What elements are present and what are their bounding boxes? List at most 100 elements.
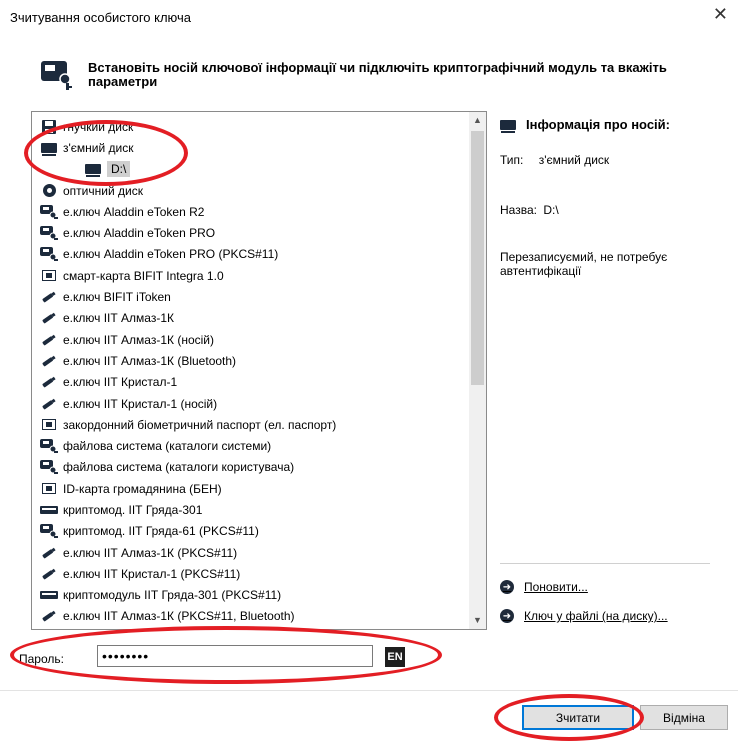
device-list-item[interactable]: ID-карта громадянина (БЕН) <box>32 478 468 499</box>
window-title: Зчитування особистого ключа <box>10 10 192 25</box>
device-list-item[interactable]: е.ключ Aladdin eToken R2 <box>32 201 468 222</box>
device-list-item-label: е.ключ ІІТ Кристал-1 (носій) <box>63 396 218 411</box>
footer-divider <box>0 690 738 691</box>
token-key-icon <box>40 226 58 241</box>
scroll-down-icon[interactable]: ▼ <box>469 612 486 629</box>
hard-drive-icon <box>84 162 102 178</box>
list-scrollbar[interactable]: ▲ ▼ <box>469 112 486 629</box>
floppy-disk-icon <box>40 119 58 134</box>
usb-key-icon <box>40 333 58 347</box>
instruction-text: Встановіть носій ключової інформації чи … <box>88 60 667 89</box>
info-name: Назва: D:\ <box>500 203 559 217</box>
device-list-item-label: е.ключ ІІТ Кристал-1 (PKCS#11) <box>63 566 241 581</box>
device-list-item-label: з'ємний диск <box>63 140 134 155</box>
cancel-button[interactable]: Відміна <box>640 705 728 730</box>
device-list-item[interactable]: файлова система (каталоги користувача) <box>32 457 468 478</box>
device-list-item[interactable]: е.ключ ІІТ Алмаз-1К (носій) <box>32 329 468 350</box>
device-list-item-label: криптомод. ІІТ Гряда-61 (PKCS#11) <box>63 524 259 539</box>
keyboard-language-indicator[interactable]: EN <box>385 647 405 667</box>
device-list-item-label: файлова система (каталоги системи) <box>63 439 272 454</box>
device-list-item[interactable]: е.ключ ІІТ Алмаз-1К (PKCS#11) <box>32 542 468 563</box>
device-list-item-label: D:\ <box>107 161 131 178</box>
device-list-item-label: закордонний біометричний паспорт (ел. па… <box>63 417 337 432</box>
device-list-item[interactable]: е.ключ ІІТ Алмаз-1К (Bluetooth) <box>32 350 468 371</box>
device-list-item[interactable]: оптичний диск <box>32 180 468 201</box>
device-list-item[interactable]: гнучкий диск <box>32 116 468 137</box>
device-list-item[interactable]: файлова система (каталоги системи) <box>32 435 468 456</box>
info-type: Тип: з'ємний диск <box>500 153 609 167</box>
device-list-item[interactable]: е.ключ ІІТ Кристал-1 (носій) <box>32 393 468 414</box>
info-description: Перезаписуємий, не потребує автентифікац… <box>500 250 668 278</box>
device-list-item-label: е.ключ Aladdin eToken R2 <box>63 204 205 219</box>
read-button[interactable]: Зчитати <box>522 705 634 730</box>
key-media-icon <box>41 61 72 90</box>
info-divider <box>500 563 710 564</box>
device-list-item[interactable]: криптомодуль ІІТ Гряда-301 (PKCS#11) <box>32 585 468 606</box>
refresh-link-label: Поновити... <box>524 580 588 594</box>
device-list-item[interactable]: е.ключ Aladdin eToken PRO <box>32 222 468 243</box>
device-list-item-label: оптичний диск <box>63 183 143 198</box>
close-icon[interactable]: ✕ <box>713 4 728 25</box>
device-list-item-label: е.ключ ІІТ Алмаз-1К (Bluetooth) <box>63 353 237 368</box>
info-panel-title: Інформація про носій: <box>500 117 670 133</box>
usb-key-icon <box>40 290 58 304</box>
refresh-link[interactable]: ➜ Поновити... <box>500 580 588 594</box>
info-title-label: Інформація про носій: <box>526 117 670 132</box>
device-list-item-label: криптомодуль ІІТ Гряда-301 (PKCS#11) <box>63 588 282 603</box>
device-list-item-label: гнучкий диск <box>63 119 134 134</box>
scroll-thumb[interactable] <box>471 131 484 385</box>
info-name-value: D:\ <box>543 203 559 217</box>
usb-key-icon <box>40 567 58 581</box>
device-list-item[interactable]: е.ключ Aladdin eToken PRO (PKCS#11) <box>32 244 468 265</box>
arrow-right-icon: ➜ <box>500 580 514 594</box>
info-type-label: Тип: <box>500 153 524 167</box>
file-key-link[interactable]: ➜ Ключ у файлі (на диску)... <box>500 609 668 623</box>
token-key-icon <box>40 204 58 219</box>
file-key-link-label: Ключ у файлі (на диску)... <box>524 609 668 623</box>
device-list-item[interactable]: е.ключ ІІТ Кристал-1 <box>32 372 468 393</box>
token-key-icon <box>40 460 58 475</box>
device-list-item-label: ID-карта громадянина (БЕН) <box>63 481 222 496</box>
device-list-item[interactable]: е.ключ ІІТ Алмаз-1К (PKCS#11, Bluetooth) <box>32 606 468 627</box>
device-list-item[interactable]: з'ємний диск <box>32 137 468 158</box>
usb-key-icon <box>40 375 58 389</box>
device-list-item-label: е.ключ Aladdin eToken PRO (PKCS#11) <box>63 247 279 262</box>
device-list-item[interactable]: D:\ <box>32 159 468 180</box>
device-list-item-label: е.ключ ІІТ Алмаз-1К (носій) <box>63 332 215 347</box>
crypto-module-icon <box>40 588 58 602</box>
usb-key-icon <box>40 546 58 560</box>
usb-key-icon <box>40 354 58 368</box>
device-list-item-label: е.ключ ІІТ Алмаз-1К <box>63 311 175 326</box>
info-type-value: з'ємний диск <box>538 153 610 167</box>
device-list-item-label: е.ключ Aladdin eToken PRO <box>63 226 216 241</box>
password-input[interactable]: •••••••• <box>97 645 373 667</box>
device-list-item[interactable]: криптомод. ІІТ Гряда-61 (PKCS#11) <box>32 521 468 542</box>
usb-key-icon <box>40 609 58 623</box>
arrow-right-icon: ➜ <box>500 609 514 623</box>
device-list-item[interactable]: е.ключ ІІТ Кристал-1 (PKCS#11) <box>32 563 468 584</box>
hard-drive-icon <box>500 119 516 133</box>
device-list-items: гнучкий диск з'ємний диск D:\ оптичний диск… <box>32 116 468 627</box>
device-list[interactable]: гнучкий диск з'ємний диск D:\ оптичний диск… <box>31 111 487 630</box>
optical-disc-icon <box>40 184 58 198</box>
password-label: Пароль: <box>19 652 64 666</box>
device-list-item[interactable]: закордонний біометричний паспорт (ел. па… <box>32 414 468 435</box>
smart-card-icon <box>40 418 58 432</box>
smart-card-icon <box>40 269 58 283</box>
token-key-icon <box>40 247 58 262</box>
device-list-item-label: смарт-карта BIFIT Integra 1.0 <box>63 268 224 283</box>
usb-key-icon <box>40 311 58 325</box>
device-list-item[interactable]: е.ключ BIFIT iToken <box>32 286 468 307</box>
device-list-item[interactable]: смарт-карта BIFIT Integra 1.0 <box>32 265 468 286</box>
usb-key-icon <box>40 397 58 411</box>
device-list-item-label: е.ключ ІІТ Кристал-1 <box>63 375 178 390</box>
hard-drive-icon <box>40 141 58 156</box>
device-list-item[interactable]: криптомод. ІІТ Гряда-301 <box>32 499 468 520</box>
smart-card-icon <box>40 482 58 496</box>
crypto-module-icon <box>40 503 58 517</box>
device-list-item-label: файлова система (каталоги користувача) <box>63 460 295 475</box>
scroll-up-icon[interactable]: ▲ <box>469 112 486 129</box>
device-list-item[interactable]: е.ключ ІІТ Алмаз-1К <box>32 308 468 329</box>
device-list-item-label: е.ключ ІІТ Алмаз-1К (PKCS#11, Bluetooth) <box>63 609 295 624</box>
info-name-label: Назва: <box>500 203 537 217</box>
